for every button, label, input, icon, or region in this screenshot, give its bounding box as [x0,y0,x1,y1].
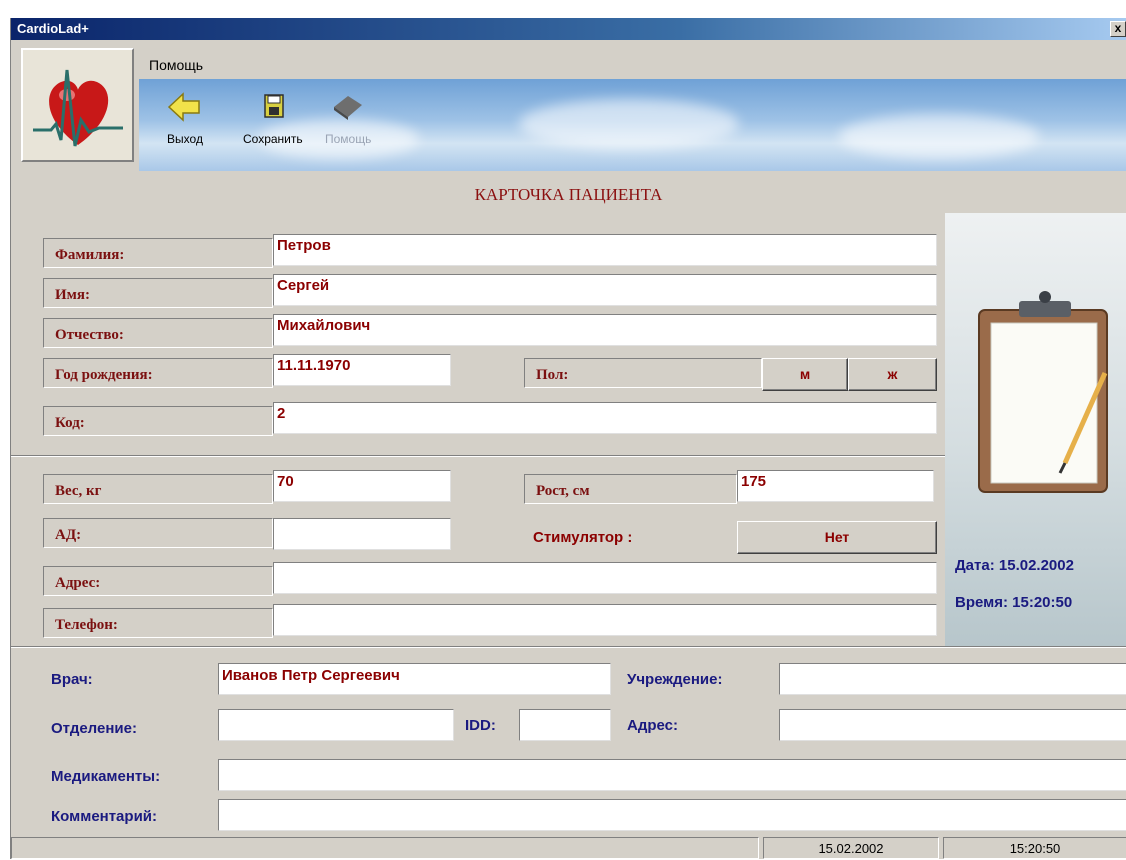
heart-ecg-logo-icon [21,48,134,162]
weight-field[interactable]: 70 [273,470,451,502]
code-field[interactable]: 2 [273,402,937,434]
patronymic-label: Отчество: [43,318,273,348]
idd-field[interactable] [519,709,611,741]
status-cell-main [11,837,759,859]
side-date: Дата: 15.02.2002 [955,557,1074,574]
save-disk-icon [264,94,284,118]
sex-f-button[interactable]: ж [848,358,937,391]
institution-label: Учреждение: [627,671,723,688]
meds-label: Медикаменты: [51,768,161,785]
surname-label: Фамилия: [43,238,273,268]
divider [11,455,954,457]
comment-field[interactable] [218,799,1126,831]
title-bar: CardioLad+ x [11,18,1126,40]
name-field[interactable]: Сергей [273,274,937,306]
dept-address-field[interactable] [779,709,1126,741]
institution-field[interactable] [779,663,1126,695]
form-heading: КАРТОЧКА ПАЦИЕНТА [474,185,663,204]
patronymic-field[interactable]: Михайлович [273,314,937,346]
code-label: Код: [43,406,273,436]
close-button[interactable]: x [1110,21,1126,37]
bp-label: АД: [43,518,273,548]
address-field[interactable] [273,562,937,594]
menu-bar: Помощь [139,54,1126,78]
help-button[interactable]: Помощь [325,91,371,146]
menu-help[interactable]: Помощь [149,57,203,73]
window-title: CardioLad+ [17,21,89,36]
comment-label: Комментарий: [51,808,158,825]
birth-label: Год рождения: [43,358,273,388]
bp-field[interactable] [273,518,451,550]
save-button[interactable]: Сохранить [243,91,303,146]
status-date: 15.02.2002 [763,837,939,859]
divider-2 [11,646,1126,648]
sex-m-button[interactable]: м [762,358,848,391]
side-panel: Дата: 15.02.2002 Время: 15:20:50 [945,213,1126,646]
status-bar: 15.02.2002 15:20:50 [11,837,1126,859]
meds-field[interactable] [218,759,1126,791]
address-label: Адрес: [43,566,273,596]
dept-address-label: Адрес: [627,717,678,734]
exit-label: Выход [167,132,203,146]
sex-label: Пол: [524,358,762,388]
help-book-icon [334,96,363,120]
stimulator-label: Стимулятор : [533,529,633,546]
doctor-field[interactable]: Иванов Петр Сергеевич [218,663,611,695]
doctor-label: Врач: [51,671,93,688]
toolbar: Выход Сохранить Помощь [139,79,1126,171]
height-field[interactable]: 175 [737,470,934,502]
status-time: 15:20:50 [943,837,1126,859]
app-window: CardioLad+ x Помощь Выход Сохранить Помо… [10,18,1126,859]
name-label: Имя: [43,278,273,308]
phone-label: Телефон: [43,608,273,638]
surname-field[interactable]: Петров [273,234,937,266]
department-label: Отделение: [51,720,137,737]
save-label: Сохранить [243,132,303,146]
height-label: Рост, см [524,474,737,504]
weight-label: Вес, кг [43,474,273,504]
idd-label: IDD: [465,717,496,734]
department-field[interactable] [218,709,454,741]
side-time: Время: 15:20:50 [955,594,1073,611]
exit-button[interactable]: Выход [167,91,203,146]
birth-field[interactable]: 11.11.1970 [273,354,451,386]
exit-arrow-icon [167,92,200,122]
help-label: Помощь [325,132,372,146]
phone-field[interactable] [273,604,937,636]
clipboard-pencil-icon [978,291,1108,493]
stimulator-button[interactable]: Нет [737,521,937,554]
